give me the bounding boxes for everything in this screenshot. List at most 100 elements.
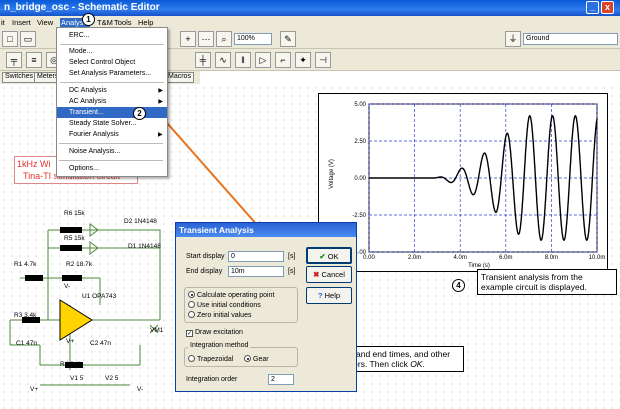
- help-button[interactable]: ? Help: [306, 287, 352, 304]
- x-tick-label: 10.0m: [589, 255, 606, 261]
- zoom-icon[interactable]: ⌕: [216, 31, 232, 47]
- dialog-title: Transient Analysis: [176, 223, 356, 237]
- minimize-button[interactable]: _: [586, 1, 599, 14]
- transient-analysis-dialog: Transient Analysis Start display 0 [s] E…: [175, 222, 357, 392]
- label-d1: D1 1N4148: [128, 243, 161, 250]
- menu-insert[interactable]: Insert: [12, 18, 31, 27]
- callout-4-text: Transient analysis from the example circ…: [481, 272, 587, 292]
- menu-view[interactable]: View: [37, 18, 53, 27]
- check-icon: ✓: [186, 330, 193, 337]
- menu-item-options[interactable]: Options...: [69, 165, 99, 172]
- resistor-icon[interactable]: ≡: [26, 52, 42, 68]
- menu-item-transient[interactable]: Transient...: [69, 109, 104, 116]
- menu-help[interactable]: Help: [138, 18, 153, 27]
- label-vminus: V-: [64, 283, 71, 290]
- wire-icon[interactable]: ╤: [6, 52, 22, 68]
- label-vm1: VM1: [150, 327, 164, 334]
- option-zero-initial-label: Zero initial values: [197, 312, 252, 319]
- ground-part-icon[interactable]: ⏚: [505, 31, 521, 47]
- draw-excitation-checkbox[interactable]: ✓ Draw excitation: [186, 329, 243, 337]
- title-bar: n_bridge_osc - Schematic Editor _ x: [0, 0, 620, 16]
- menu-item-fourier[interactable]: Fourier Analysis: [69, 131, 119, 138]
- label-vplus-supply: V+: [30, 386, 39, 393]
- end-unit: [s]: [288, 268, 296, 275]
- menu-item-steady-state[interactable]: Steady State Solver...: [69, 120, 136, 127]
- y-tick-label: -2.50: [352, 213, 366, 219]
- method-trapezoidal[interactable]: Trapezoidal: [188, 355, 233, 363]
- option-initial-conditions[interactable]: Use initial conditions: [188, 301, 261, 309]
- label-r6: R6 15k: [64, 210, 85, 217]
- new-file-icon[interactable]: □: [2, 31, 18, 47]
- label-r5: R5 15k: [64, 235, 85, 242]
- start-display-label: Start display: [186, 253, 225, 260]
- start-display-input[interactable]: 0: [228, 251, 284, 262]
- radio-off-icon: [188, 301, 195, 308]
- radio-on-icon: [188, 291, 195, 298]
- start-unit: [s]: [288, 253, 296, 260]
- submenu-arrow-icon: ▶: [158, 99, 163, 105]
- zoom-select[interactable]: 100%: [234, 33, 272, 45]
- y-tick-label: 0.00: [354, 176, 366, 182]
- integration-order-label: Integration order: [186, 376, 238, 383]
- menu-item-ac-analysis[interactable]: AC Analysis: [69, 98, 106, 105]
- label-c2: C2 47n: [90, 340, 111, 347]
- option-operating-point-label: Calculate operating point: [197, 292, 275, 299]
- end-display-input[interactable]: 10m: [228, 266, 284, 277]
- inductor-icon[interactable]: ∿: [215, 52, 231, 68]
- switch-icon[interactable]: ⌐: [275, 52, 291, 68]
- plus-icon[interactable]: +: [180, 31, 196, 47]
- menu-tm[interactable]: T&M: [97, 18, 113, 27]
- integration-order-select[interactable]: 2: [268, 374, 294, 385]
- menu-item-select-control[interactable]: Select Control Object: [69, 59, 135, 66]
- menu-edit[interactable]: it: [1, 18, 5, 27]
- circuit-diagram: [9, 223, 161, 386]
- end-display-label: End display: [186, 268, 223, 275]
- label-c1: C1 47n: [16, 340, 37, 347]
- tab-switches[interactable]: Switches: [2, 72, 37, 83]
- integration-method-label: Integration method: [188, 342, 251, 349]
- x-tick-label: 6.0m: [499, 255, 512, 261]
- menu-item-set-parameters[interactable]: Set Analysis Parameters...: [69, 70, 151, 77]
- option-zero-initial[interactable]: Zero initial values: [188, 311, 251, 319]
- step-1-badge: 1: [82, 13, 95, 26]
- part-select[interactable]: Ground: [523, 33, 618, 45]
- draw-excitation-label: Draw excitation: [195, 329, 243, 336]
- x-tick-label: 4.0m: [454, 255, 467, 261]
- led-icon[interactable]: ✦: [295, 52, 311, 68]
- option-operating-point[interactable]: Calculate operating point: [188, 291, 274, 299]
- grid-icon[interactable]: ⋯: [198, 31, 214, 47]
- y-tick-label: 2.50: [354, 139, 366, 145]
- menu-tools[interactable]: Tools: [114, 18, 132, 27]
- method-trapezoidal-label: Trapezoidal: [197, 356, 234, 363]
- transformer-icon[interactable]: ‖: [235, 52, 251, 68]
- menu-item-dc-analysis[interactable]: DC Analysis: [69, 87, 107, 94]
- step-4-badge: 4: [452, 279, 465, 292]
- help-icon: ?: [317, 291, 323, 300]
- y-tick-label: 5.00: [354, 102, 366, 108]
- terminal-icon[interactable]: ⊣: [315, 52, 331, 68]
- ok-button[interactable]: ✔ OK: [306, 247, 352, 264]
- label-r3: R3 3.4k: [14, 312, 37, 319]
- step-2-badge: 2: [133, 107, 146, 120]
- cancel-button[interactable]: ✖ Cancel: [306, 266, 352, 283]
- diode-icon[interactable]: ▷: [255, 52, 271, 68]
- menu-item-mode[interactable]: Mode...: [69, 48, 92, 55]
- y-axis-label: Voltage (V): [329, 159, 335, 189]
- x-tick-label: 8.0m: [545, 255, 558, 261]
- check-icon: ✔: [319, 252, 326, 261]
- transient-plot-window: 5.00 2.50 0.00 -2.50 -5.00 0.00 2.0m 4.0m 6.0m 8…: [318, 93, 608, 272]
- probe-icon[interactable]: ✎: [280, 31, 296, 47]
- tab-macros[interactable]: Macros: [165, 72, 194, 83]
- method-gear[interactable]: Gear: [244, 355, 269, 363]
- cancel-label: Cancel: [321, 270, 345, 279]
- x-tick-label: 2.0m: [408, 255, 421, 261]
- method-gear-label: Gear: [253, 356, 269, 363]
- label-r4: R4 3.4k: [60, 361, 83, 368]
- menu-item-noise[interactable]: Noise Analysis...: [69, 148, 120, 155]
- close-button[interactable]: x: [601, 1, 614, 14]
- window-title: n_bridge_osc - Schematic Editor: [4, 2, 160, 13]
- menu-item-erc[interactable]: ERC...: [69, 32, 90, 39]
- capacitor-icon[interactable]: ╪: [195, 52, 211, 68]
- open-folder-icon[interactable]: ▭: [20, 31, 36, 47]
- radio-on-icon: [244, 355, 251, 362]
